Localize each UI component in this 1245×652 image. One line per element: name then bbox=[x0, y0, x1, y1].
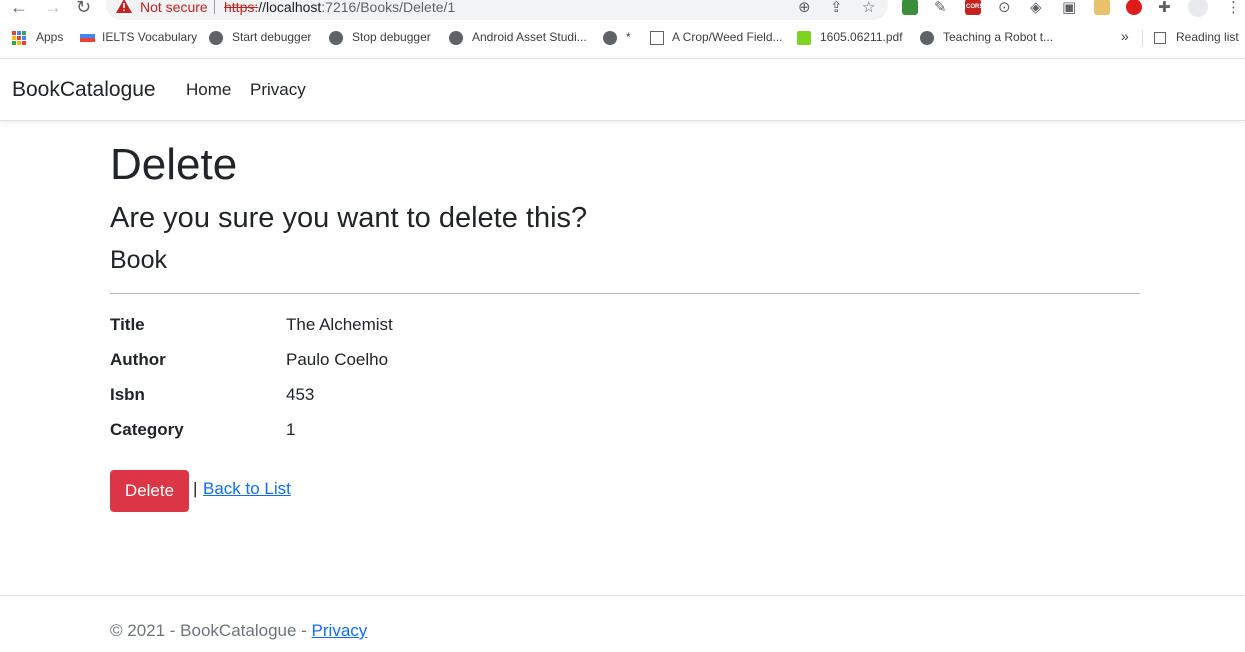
security-label[interactable]: Not secure bbox=[140, 0, 208, 15]
page-title: Delete bbox=[110, 140, 238, 189]
url-host: //localhost bbox=[258, 0, 322, 15]
field-value-isbn: 453 bbox=[286, 385, 315, 404]
globe-icon bbox=[603, 31, 617, 45]
cors-label: CORS bbox=[966, 4, 984, 10]
bookmark-star[interactable]: * bbox=[626, 30, 631, 44]
bookmark-stop-debugger[interactable]: Stop debugger bbox=[352, 30, 431, 44]
field-label-title: Title bbox=[110, 315, 145, 334]
extension-image-icon[interactable] bbox=[1094, 0, 1110, 15]
action-separator: | bbox=[193, 479, 198, 498]
camera-icon[interactable]: ▣ bbox=[1062, 0, 1076, 16]
share-icon[interactable]: ⇪ bbox=[830, 0, 843, 16]
flag-icon bbox=[80, 34, 95, 42]
app-navbar: BookCatalogue Home Privacy bbox=[0, 58, 1245, 121]
profile-avatar-icon[interactable] bbox=[1188, 0, 1208, 17]
reload-icon[interactable]: ↻ bbox=[76, 0, 91, 18]
url-path: :7216/Books/Delete/1 bbox=[321, 0, 456, 15]
bookmark-ielts[interactable]: IELTS Vocabulary bbox=[102, 30, 197, 44]
bookmark-pdf[interactable]: 1605.06211.pdf bbox=[820, 30, 903, 44]
omnibox-divider bbox=[214, 0, 215, 14]
extension-brush-icon[interactable]: ✎ bbox=[934, 0, 947, 16]
forward-arrow-icon[interactable]: → bbox=[44, 0, 62, 18]
globe-icon bbox=[920, 31, 934, 45]
copyright-text: © 2021 - BookCatalogue - bbox=[110, 621, 312, 640]
url-text[interactable]: https://localhost:7216/Books/Delete/1 bbox=[224, 0, 455, 15]
extension-stop-icon[interactable] bbox=[1126, 0, 1142, 15]
apps-grid-icon bbox=[12, 31, 26, 45]
bookmark-crop-weed[interactable]: A Crop/Weed Field... bbox=[672, 30, 783, 44]
bookmark-star-icon[interactable]: ☆ bbox=[862, 0, 875, 16]
bookmarks-overflow-icon[interactable]: » bbox=[1121, 28, 1129, 44]
warning-icon bbox=[116, 0, 132, 13]
url-scheme: https: bbox=[224, 0, 259, 15]
bookmarks-divider bbox=[1142, 30, 1143, 46]
field-value-category: 1 bbox=[286, 420, 296, 439]
field-label-author: Author bbox=[110, 350, 166, 369]
globe-icon bbox=[209, 31, 223, 45]
extension-green-icon[interactable] bbox=[902, 0, 918, 15]
brand-link[interactable]: BookCatalogue bbox=[12, 78, 156, 102]
bookmark-android-asset[interactable]: Android Asset Studi... bbox=[472, 30, 587, 44]
field-label-category: Category bbox=[110, 420, 184, 439]
menu-kebab-icon[interactable]: ⋮ bbox=[1226, 0, 1241, 16]
extensions-puzzle-icon[interactable]: ✚ bbox=[1158, 0, 1171, 16]
page-icon bbox=[650, 31, 664, 45]
smiley-icon bbox=[797, 31, 811, 45]
extension-cors-icon[interactable]: CORS bbox=[965, 0, 984, 15]
delete-button[interactable]: Delete bbox=[110, 470, 189, 512]
footer-privacy-link[interactable]: Privacy bbox=[312, 621, 368, 640]
globe-icon bbox=[329, 31, 343, 45]
confirm-question: Are you sure you want to delete this? bbox=[110, 202, 588, 234]
extension-target-icon[interactable]: ◈ bbox=[1030, 0, 1042, 16]
zoom-icon[interactable]: ⊕ bbox=[798, 0, 811, 16]
download-icon[interactable]: ⊙ bbox=[998, 0, 1011, 16]
footer-text: © 2021 - BookCatalogue - Privacy bbox=[110, 621, 367, 641]
bookmark-apps[interactable]: Apps bbox=[36, 30, 63, 44]
bookmark-start-debugger[interactable]: Start debugger bbox=[232, 30, 311, 44]
field-value-author: Paulo Coelho bbox=[286, 350, 389, 369]
browser-toolbar: ← → ↻ Not secure https://localhost:7216/… bbox=[0, 0, 1245, 20]
back-to-list-link[interactable]: Back to List bbox=[203, 479, 291, 499]
nav-home-link[interactable]: Home bbox=[186, 80, 231, 100]
reading-list-icon bbox=[1154, 32, 1166, 44]
reading-list-button[interactable]: Reading list bbox=[1176, 30, 1239, 44]
field-value-title: The Alchemist bbox=[286, 315, 393, 334]
divider bbox=[110, 293, 1140, 294]
entity-heading: Book bbox=[110, 246, 167, 274]
bookmarks-bar: Apps IELTS Vocabulary Start debugger Sto… bbox=[0, 28, 1245, 50]
page-footer: © 2021 - BookCatalogue - Privacy bbox=[0, 595, 1245, 652]
nav-privacy-link[interactable]: Privacy bbox=[250, 80, 306, 100]
back-arrow-icon[interactable]: ← bbox=[10, 0, 28, 18]
field-label-isbn: Isbn bbox=[110, 385, 145, 404]
bookmark-teaching-robot[interactable]: Teaching a Robot t... bbox=[943, 30, 1053, 44]
globe-icon bbox=[449, 31, 463, 45]
